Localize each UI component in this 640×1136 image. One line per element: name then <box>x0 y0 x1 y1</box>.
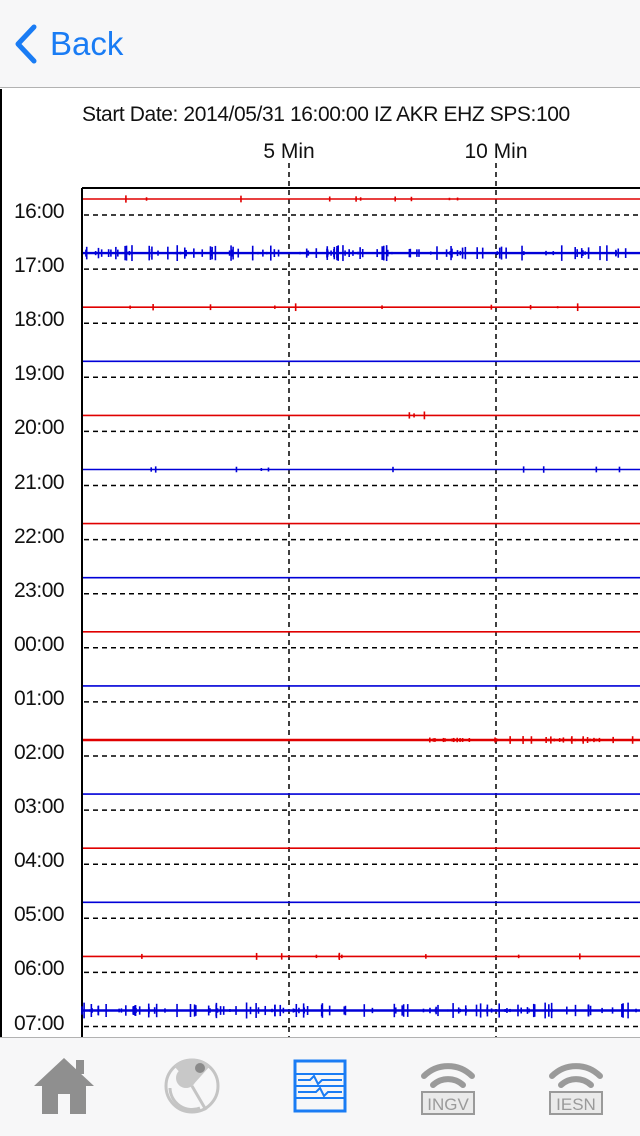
home-icon <box>34 1058 94 1114</box>
tab-iesn[interactable]: IESN <box>536 1046 616 1126</box>
helicorder-view: Start Date: 2014/05/31 16:00:00 IZ AKR E… <box>0 89 640 1037</box>
seismogram-icon <box>293 1059 347 1113</box>
radar-icon <box>164 1058 220 1114</box>
back-button[interactable]: Back <box>14 22 123 66</box>
tab-ingv[interactable]: INGV <box>408 1046 488 1126</box>
iesn-label: IESN <box>556 1095 596 1114</box>
tab-home[interactable] <box>24 1046 104 1126</box>
seismogram-plot <box>81 163 640 1037</box>
tab-bar: INGV IESN <box>0 1037 640 1136</box>
tab-radar[interactable] <box>152 1046 232 1126</box>
ingv-icon: INGV <box>421 1063 475 1115</box>
ingv-label: INGV <box>427 1095 469 1114</box>
back-label: Back <box>50 25 124 62</box>
iesn-icon: IESN <box>549 1063 603 1115</box>
navigation-bar: Back <box>0 0 640 88</box>
chevron-left-icon <box>15 24 37 64</box>
tab-seismogram[interactable] <box>280 1046 360 1126</box>
